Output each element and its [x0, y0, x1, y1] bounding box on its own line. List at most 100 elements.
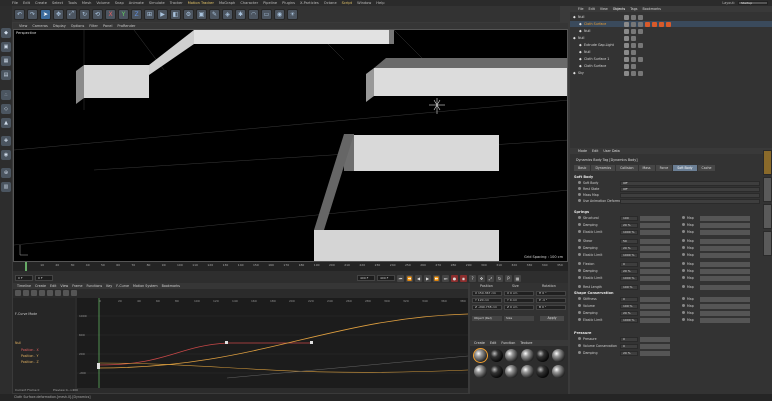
- material-swatch[interactable]: [536, 365, 549, 378]
- points-mode-icon[interactable]: ∴: [1, 90, 11, 100]
- coordinate-system-icon[interactable]: ⊞: [144, 8, 155, 20]
- map-field[interactable]: [700, 239, 750, 244]
- param-slider[interactable]: [640, 216, 670, 221]
- play-icon[interactable]: ▶: [424, 274, 431, 282]
- param-slider[interactable]: [640, 253, 670, 258]
- map-field[interactable]: [700, 304, 750, 309]
- tag-icon[interactable]: [631, 64, 636, 69]
- map-field[interactable]: [700, 276, 750, 281]
- menu-window[interactable]: Window: [357, 1, 371, 5]
- param-slider[interactable]: [640, 297, 670, 302]
- axis-mode-icon[interactable]: ✚: [1, 136, 11, 146]
- tag-icon[interactable]: [624, 71, 629, 76]
- layout-dropdown[interactable]: Startup: [738, 1, 768, 5]
- param-anim-dot[interactable]: [578, 318, 581, 321]
- end-frame-field[interactable]: 400 F: [357, 275, 375, 281]
- menu-animate[interactable]: Animate: [129, 1, 144, 5]
- material-swatch[interactable]: [505, 365, 518, 378]
- param-value-field[interactable]: 20 %: [620, 311, 638, 316]
- viewport-menu-filter[interactable]: Filter: [89, 24, 98, 28]
- menu-x-particles[interactable]: X-Particles: [300, 1, 319, 5]
- timeline-menu-view[interactable]: View: [60, 284, 68, 288]
- param-anim-dot[interactable]: [682, 304, 685, 307]
- tl-linear-icon[interactable]: [55, 290, 61, 296]
- scale-icon[interactable]: ⤢: [66, 8, 77, 20]
- param-anim-dot[interactable]: [578, 297, 581, 300]
- timeline-menu-edit[interactable]: Edit: [50, 284, 56, 288]
- menu-edit[interactable]: Edit: [23, 1, 30, 5]
- timeline-menu-key[interactable]: Key: [106, 284, 112, 288]
- tl-motion-mode-icon[interactable]: [31, 290, 37, 296]
- param-slider[interactable]: [640, 351, 670, 356]
- rot-b-field[interactable]: B 0 °: [536, 305, 566, 310]
- param-slider[interactable]: [640, 239, 670, 244]
- tl-key-mode-icon[interactable]: [15, 290, 21, 296]
- live-selection-icon[interactable]: ➤: [40, 8, 51, 20]
- object-row[interactable]: ◆ Null: [570, 14, 772, 20]
- material-swatch[interactable]: [551, 349, 565, 362]
- material-swatch[interactable]: [520, 349, 534, 362]
- param-value-field[interactable]: Off: [620, 181, 760, 186]
- material-menu-edit[interactable]: Edit: [490, 341, 496, 345]
- param-anim-dot[interactable]: [578, 304, 581, 307]
- menu-pipeline[interactable]: Pipeline: [263, 1, 277, 5]
- map-field[interactable]: [700, 269, 750, 274]
- param-anim-dot[interactable]: [682, 216, 685, 219]
- tab-force[interactable]: Force: [655, 165, 673, 171]
- object-row[interactable]: ◆ Null: [570, 35, 772, 41]
- param-anim-dot[interactable]: [578, 230, 581, 233]
- material-swatch[interactable]: [489, 365, 503, 378]
- viewport-menu-cameras[interactable]: Cameras: [32, 24, 48, 28]
- play-backwards-icon[interactable]: ◀: [415, 274, 422, 282]
- undo-icon[interactable]: ↶: [14, 8, 25, 20]
- param-anim-dot[interactable]: [682, 285, 685, 288]
- tag-icon[interactable]: [624, 15, 629, 20]
- track-position-x[interactable]: Position . X: [21, 348, 39, 352]
- point-level-icon[interactable]: ▦: [514, 274, 521, 282]
- menu-tools[interactable]: Tools: [68, 1, 77, 5]
- size-y-field[interactable]: Y 0 cm: [504, 298, 534, 303]
- keyframe-selection-icon[interactable]: ?: [469, 274, 476, 282]
- make-editable-icon[interactable]: ◆: [1, 28, 11, 38]
- tag-icon[interactable]: [666, 22, 671, 27]
- param-value-field[interactable]: 1000 %: [620, 276, 638, 281]
- object-row[interactable]: ◆ Null: [570, 49, 772, 55]
- param-value-field[interactable]: 0: [620, 337, 638, 342]
- menu-help[interactable]: Help: [376, 1, 384, 5]
- object-menu-file[interactable]: File: [578, 7, 584, 11]
- param-slider[interactable]: [640, 262, 670, 267]
- param-anim-dot[interactable]: [578, 193, 581, 196]
- object-row[interactable]: ◆ Extrude Gap.Light: [570, 42, 772, 48]
- param-anim-dot[interactable]: [578, 216, 581, 219]
- position-key-icon[interactable]: ✥: [478, 274, 485, 282]
- light-icon[interactable]: ☀: [287, 8, 298, 20]
- apply-button[interactable]: Apply: [540, 316, 564, 321]
- tag-icon[interactable]: [631, 57, 636, 62]
- material-swatch[interactable]: [473, 348, 488, 363]
- workplane-icon[interactable]: ▤: [1, 70, 11, 80]
- param-anim-dot[interactable]: [682, 223, 685, 226]
- param-anim-dot[interactable]: [682, 311, 685, 314]
- rotation-key-icon[interactable]: ↻: [496, 274, 503, 282]
- deformer-icon[interactable]: ◠: [248, 8, 259, 20]
- param-value-field[interactable]: 1000 %: [620, 253, 638, 258]
- param-value-field[interactable]: [620, 199, 760, 204]
- param-anim-dot[interactable]: [682, 246, 685, 249]
- object-menu-bookmarks[interactable]: Bookmarks: [643, 7, 661, 11]
- track-position-y[interactable]: Position . Y: [21, 354, 38, 358]
- menu-create[interactable]: Create: [35, 1, 47, 5]
- menu-script[interactable]: Script: [342, 1, 352, 5]
- size-z-field[interactable]: Z 0 cm: [504, 305, 534, 310]
- object-row[interactable]: ◆ Sky: [570, 70, 772, 76]
- material-menu-create[interactable]: Create: [474, 341, 485, 345]
- param-value-field[interactable]: 0: [620, 262, 638, 267]
- floor-icon[interactable]: ▭: [261, 8, 272, 20]
- param-slider[interactable]: [640, 223, 670, 228]
- menu-character[interactable]: Character: [240, 1, 258, 5]
- record-icon[interactable]: ●: [451, 274, 458, 282]
- viewport-menu-options[interactable]: Options: [71, 24, 85, 28]
- menu-file[interactable]: File: [12, 1, 18, 5]
- material-menu-function[interactable]: Function: [501, 341, 515, 345]
- param-slider[interactable]: [640, 304, 670, 309]
- param-anim-dot[interactable]: [578, 311, 581, 314]
